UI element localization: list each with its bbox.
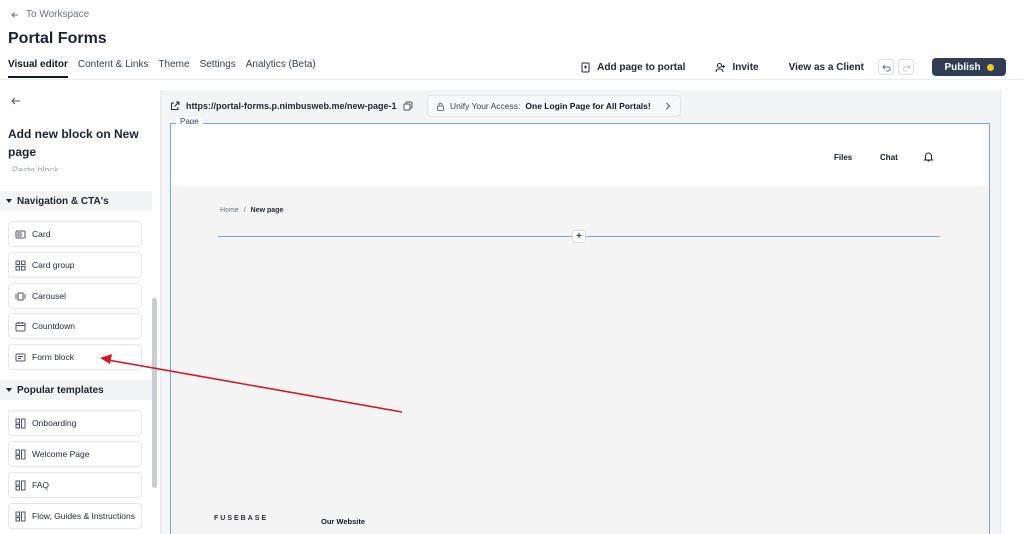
template-icon: [15, 511, 26, 521]
arrow-left-icon: [11, 11, 18, 18]
sidebar-title: Add new block on New page: [8, 127, 139, 159]
add-page-label: Add page to portal: [597, 61, 686, 73]
bell-icon[interactable]: [923, 151, 934, 162]
section-navigation-cta[interactable]: Navigation & CTA's: [0, 191, 152, 211]
caret-down-icon: [6, 199, 12, 203]
tab-analytics[interactable]: Analytics (Beta): [246, 59, 316, 78]
tab-visual-editor[interactable]: Visual editor: [8, 59, 68, 78]
view-client-label: View as a Client: [788, 61, 864, 73]
block-card[interactable]: Card: [8, 221, 142, 247]
caret-down-icon: [6, 388, 12, 392]
undo-icon: [881, 64, 890, 71]
tab-theme[interactable]: Theme: [158, 59, 189, 78]
back-label: To Workspace: [26, 9, 90, 20]
top-bar: To Workspace Portal Forms Visual editor …: [0, 0, 1024, 80]
template-faq[interactable]: FAQ: [8, 472, 142, 498]
redo-icon: [902, 64, 911, 71]
footer-our-website[interactable]: Our Website: [321, 517, 365, 526]
fusebase-logo: FUSEBASE: [214, 515, 269, 522]
block-label: Card group: [32, 260, 75, 270]
page-url-bar: https://portal-forms.p.nimbusweb.me/new-…: [170, 96, 413, 116]
breadcrumb: Home / New page: [220, 207, 283, 214]
section-popular-templates[interactable]: Popular templates: [0, 380, 152, 400]
template-welcome-page[interactable]: Welcome Page: [8, 441, 142, 467]
block-label: Countdown: [32, 321, 76, 331]
card-icon: [15, 230, 26, 238]
portal-footer: [171, 500, 989, 534]
page-url[interactable]: https://portal-forms.p.nimbusweb.me/new-…: [186, 101, 397, 111]
tab-settings[interactable]: Settings: [200, 59, 236, 78]
breadcrumb-home[interactable]: Home: [220, 207, 239, 214]
editor-tabs: Visual editor Content & Links Theme Sett…: [8, 59, 326, 78]
form-icon: [15, 353, 26, 361]
undo-button[interactable]: [878, 59, 894, 75]
toolbar-actions: Add page to portal Invite View as a Clie…: [550, 58, 1006, 76]
breadcrumb-separator: /: [243, 207, 246, 214]
template-icon: [15, 449, 26, 459]
block-label: Form block: [32, 352, 75, 362]
section-label: Navigation & CTA's: [17, 195, 109, 207]
add-page-button[interactable]: Add page to portal: [580, 62, 685, 73]
nav-chat[interactable]: Chat: [880, 153, 898, 162]
template-label: Flow, Guides & Instructions: [32, 511, 135, 521]
unify-bold: One Login Page for All Portals!: [525, 101, 651, 111]
tab-content-links[interactable]: Content & Links: [78, 59, 149, 78]
external-link-icon[interactable]: [170, 101, 180, 111]
paste-block-item[interactable]: Paste block: [12, 165, 59, 171]
template-onboarding[interactable]: Onboarding: [8, 410, 142, 436]
block-carousel[interactable]: Carousel: [8, 283, 142, 309]
publish-label: Publish: [944, 61, 981, 73]
template-label: Onboarding: [32, 418, 77, 428]
invite-button[interactable]: Invite: [715, 61, 759, 73]
back-arrow-icon[interactable]: [10, 95, 22, 107]
template-icon: [15, 418, 26, 428]
block-card-group[interactable]: Card group: [8, 252, 142, 278]
invite-label: Invite: [732, 61, 759, 73]
block-form[interactable]: Form block: [8, 344, 142, 370]
undo-redo-group: [878, 59, 914, 75]
unify-access-banner[interactable]: Unify Your Access: One Login Page for Al…: [427, 95, 681, 117]
publish-button[interactable]: Publish: [932, 58, 1006, 76]
grid-icon: [15, 260, 26, 270]
chevron-right-icon: [666, 102, 671, 110]
template-icon: [15, 480, 26, 490]
document-plus-icon: [581, 62, 590, 72]
lock-icon: [437, 102, 444, 111]
back-to-workspace-link[interactable]: To Workspace: [10, 9, 89, 20]
template-label: FAQ: [32, 480, 50, 490]
unify-prefix: Unify Your Access:: [450, 101, 521, 111]
publish-status-dot: [986, 63, 994, 71]
portal-header: [171, 124, 989, 186]
copy-icon[interactable]: [403, 101, 413, 111]
view-as-client-button[interactable]: View as a Client: [789, 62, 864, 73]
sidebar-scrollbar[interactable]: [152, 298, 157, 488]
user-plus-icon: [715, 62, 726, 72]
block-countdown[interactable]: Countdown: [8, 313, 142, 339]
carousel-icon: [15, 292, 26, 300]
breadcrumb-current: New page: [250, 207, 284, 214]
block-label: Carousel: [32, 291, 67, 301]
block-label: Card: [32, 229, 51, 239]
page-title: Portal Forms: [8, 30, 107, 47]
section-label: Popular templates: [17, 384, 104, 396]
template-flow-guides[interactable]: Flow, Guides & Instructions: [8, 503, 142, 529]
nav-files[interactable]: Files: [834, 153, 852, 162]
calendar-icon: [15, 321, 26, 331]
add-block-button[interactable]: +: [572, 230, 586, 243]
redo-button[interactable]: [898, 59, 914, 75]
template-label: Welcome Page: [32, 449, 90, 459]
